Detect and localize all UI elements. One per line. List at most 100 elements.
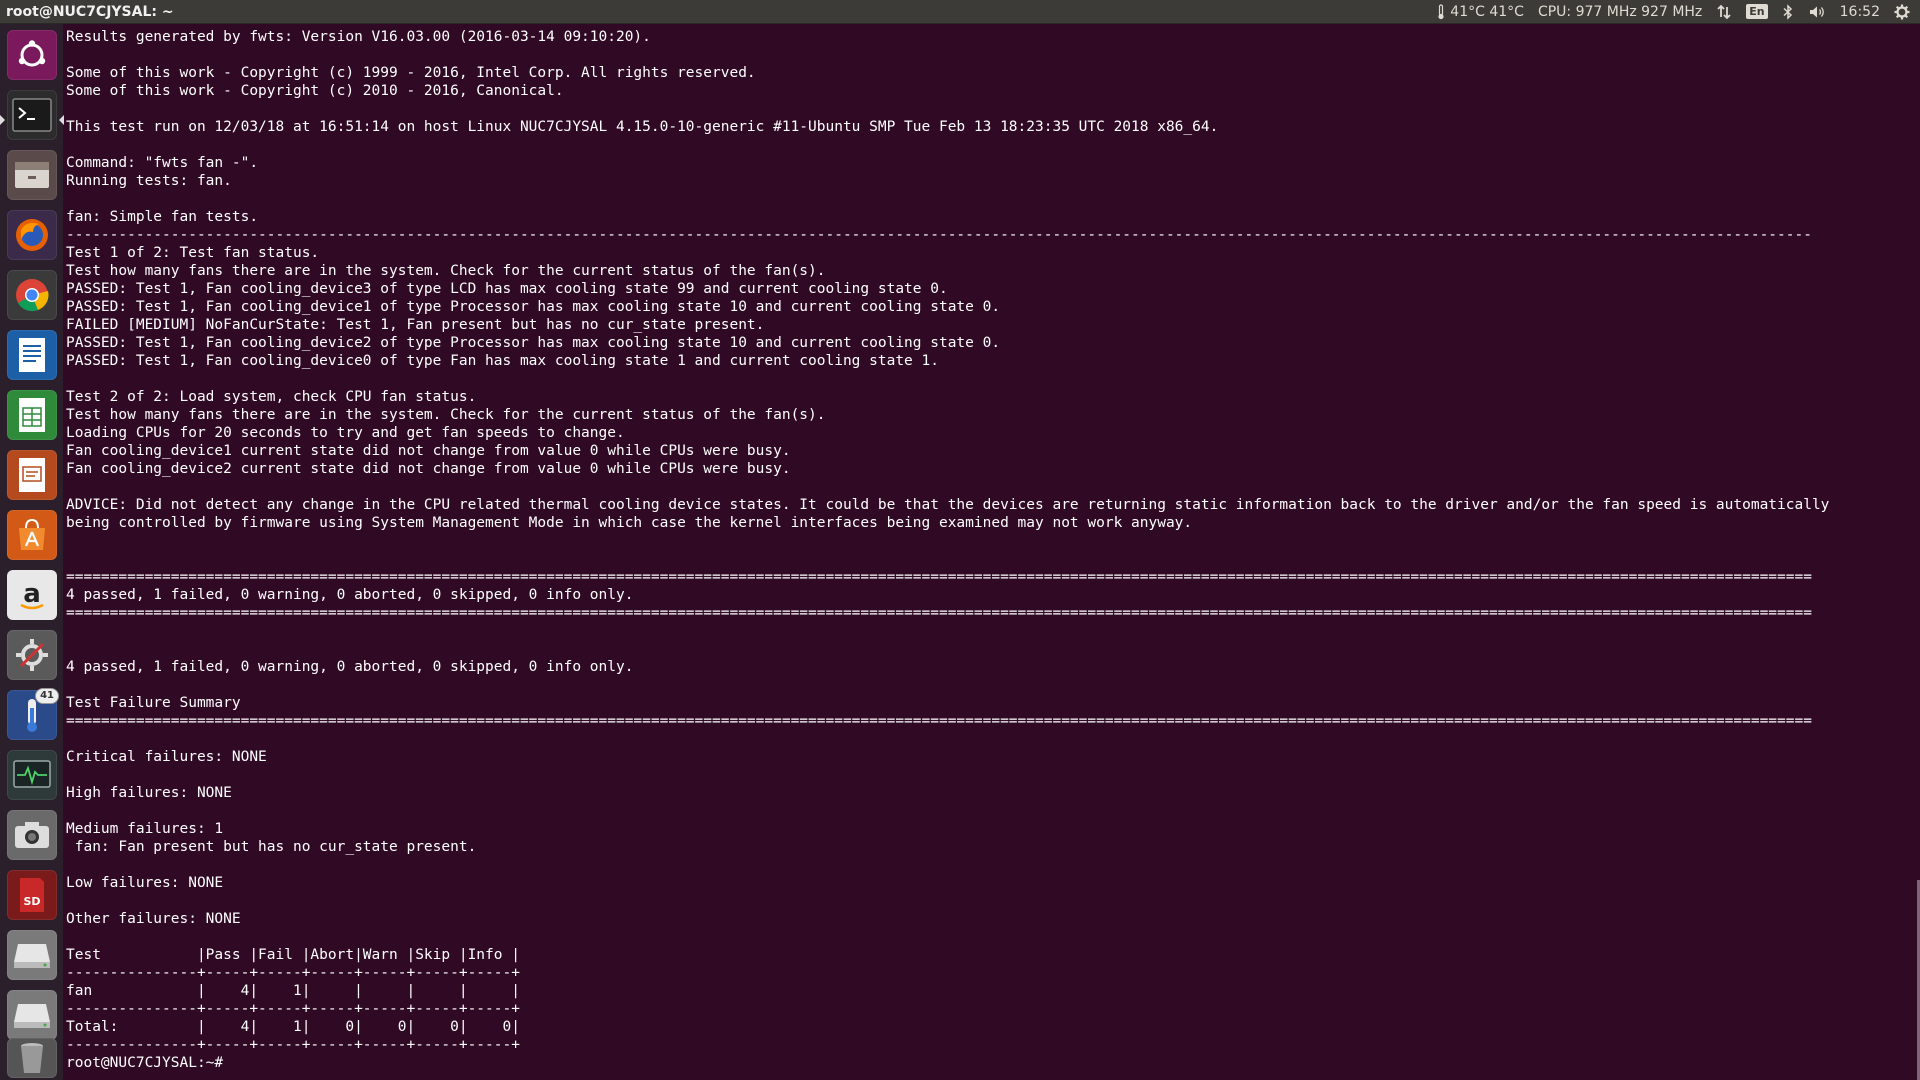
terminal-line: ----------------------------------------… bbox=[66, 227, 1812, 243]
terminal-line: ---------------+-----+-----+-----+-----+… bbox=[66, 1037, 520, 1053]
terminal-output[interactable]: Results generated by fwts: Version V16.0… bbox=[66, 24, 1916, 1080]
terminal-line: fan: Fan present but has no cur_state pr… bbox=[66, 839, 477, 855]
top-panel: root@NUC7CJYSAL: ~ 41°C 41°C CPU: 977 MH… bbox=[0, 0, 1920, 24]
terminal-line: ADVICE: Did not detect any change in the… bbox=[66, 497, 1830, 513]
terminal-line: Command: "fwts fan -". bbox=[66, 155, 259, 171]
firefox-icon bbox=[16, 219, 48, 251]
terminal-line: PASSED: Test 1, Fan cooling_device2 of t… bbox=[66, 335, 1001, 351]
terminal-line: High failures: NONE bbox=[66, 785, 232, 801]
launcher-item-drive[interactable] bbox=[7, 930, 57, 980]
temperature-indicator[interactable]: 41°C 41°C bbox=[1436, 4, 1524, 20]
camera-icon bbox=[15, 822, 49, 848]
trash-icon bbox=[21, 1043, 43, 1073]
network-arrows-icon bbox=[1717, 4, 1731, 19]
indicator-area: 41°C 41°C CPU: 977 MHz 927 MHz En 16:52 bbox=[1436, 4, 1920, 20]
launcher-item-terminal[interactable] bbox=[7, 90, 57, 140]
terminal-line: Test how many fans there are in the syst… bbox=[66, 263, 826, 279]
terminal-line: fan: Simple fan tests. bbox=[66, 209, 259, 225]
thermometer-icon bbox=[1438, 3, 1444, 19]
terminal-text: Results generated by fwts: Version V16.0… bbox=[66, 24, 1916, 1072]
svg-text:SD: SD bbox=[23, 895, 40, 908]
keyboard-layout-text: En bbox=[1746, 4, 1768, 19]
launcher-item-camera[interactable] bbox=[7, 810, 57, 860]
terminal-line: PASSED: Test 1, Fan cooling_device0 of t… bbox=[66, 353, 939, 369]
session-indicator[interactable] bbox=[1894, 4, 1910, 20]
network-indicator[interactable] bbox=[1716, 4, 1732, 20]
terminal-line: Fan cooling_device2 current state did no… bbox=[66, 461, 791, 477]
terminal-line: being controlled by firmware using Syste… bbox=[66, 515, 1193, 531]
svg-text:a: a bbox=[23, 579, 41, 609]
drive-icon-2 bbox=[14, 1004, 50, 1028]
terminal-line: 4 passed, 1 failed, 0 warning, 0 aborted… bbox=[66, 587, 634, 603]
launcher-item-firefox[interactable] bbox=[7, 210, 57, 260]
active-indicator-right bbox=[59, 115, 64, 125]
window-title: root@NUC7CJYSAL: ~ bbox=[6, 3, 174, 20]
terminal-line: ========================================… bbox=[66, 605, 1812, 621]
terminal-line: Loading CPUs for 20 seconds to try and g… bbox=[66, 425, 625, 441]
terminal-line: Medium failures: 1 bbox=[66, 821, 224, 837]
launcher-item-sensor[interactable]: 41 bbox=[7, 688, 59, 740]
impress-icon bbox=[19, 458, 45, 492]
cpu-frequency-text: CPU: 977 MHz 927 MHz bbox=[1537, 3, 1703, 20]
terminal-line: 4 passed, 1 failed, 0 warning, 0 aborted… bbox=[66, 659, 634, 675]
terminal-line: Test 1 of 2: Test fan status. bbox=[66, 245, 320, 261]
writer-icon bbox=[19, 338, 45, 372]
terminal-line: Results generated by fwts: Version V16.0… bbox=[66, 29, 651, 45]
speaker-icon bbox=[1809, 6, 1824, 17]
amazon-icon: a bbox=[20, 579, 44, 610]
system-monitor-icon bbox=[13, 760, 51, 788]
launcher-item-impress[interactable] bbox=[7, 450, 57, 500]
terminal-icon bbox=[12, 98, 52, 132]
launcher-item-dash[interactable] bbox=[7, 30, 57, 80]
bluetooth-icon bbox=[1783, 3, 1792, 20]
launcher: a 41 SD bbox=[0, 24, 64, 1080]
launcher-item-software-center[interactable] bbox=[7, 510, 57, 560]
clock-text: 16:52 bbox=[1839, 3, 1880, 20]
calc-icon bbox=[19, 398, 45, 432]
terminal-line: Fan cooling_device1 current state did no… bbox=[66, 443, 791, 459]
terminal-line: This test run on 12/03/18 at 16:51:14 on… bbox=[66, 119, 1219, 135]
terminal-line: ========================================… bbox=[66, 569, 1812, 585]
launcher-item-amazon[interactable]: a bbox=[7, 570, 57, 620]
launcher-item-system-settings[interactable] bbox=[7, 630, 57, 680]
ubuntu-dash-icon bbox=[18, 40, 46, 67]
terminal-line: Test Failure Summary bbox=[66, 695, 241, 711]
cpu-frequency-indicator[interactable]: CPU: 977 MHz 927 MHz bbox=[1538, 4, 1702, 20]
terminal-line: ---------------+-----+-----+-----+-----+… bbox=[66, 965, 520, 981]
files-icon bbox=[15, 162, 49, 188]
gear-icon bbox=[1894, 4, 1910, 19]
terminal-line: Test 2 of 2: Load system, check CPU fan … bbox=[66, 389, 477, 405]
keyboard-layout-indicator[interactable]: En bbox=[1746, 4, 1768, 19]
launcher-item-system-monitor[interactable] bbox=[7, 750, 57, 800]
sound-indicator[interactable] bbox=[1808, 4, 1826, 20]
drive-icon bbox=[14, 944, 50, 968]
clock-indicator[interactable]: 16:52 bbox=[1840, 4, 1880, 20]
active-indicator-left bbox=[0, 115, 5, 125]
terminal-line: Low failures: NONE bbox=[66, 875, 224, 891]
launcher-badge-count: 41 bbox=[35, 688, 59, 704]
launcher-item-trash[interactable] bbox=[7, 1038, 57, 1078]
terminal-line: Critical failures: NONE bbox=[66, 749, 267, 765]
temperature-text: 41°C 41°C bbox=[1450, 3, 1524, 20]
launcher-item-sd-card[interactable]: SD bbox=[7, 870, 57, 920]
terminal-line: Running tests: fan. bbox=[66, 173, 232, 189]
terminal-line: fan | 4| 1| | | | | bbox=[66, 983, 520, 999]
launcher-item-drive-2[interactable] bbox=[7, 990, 57, 1040]
launcher-item-calc[interactable] bbox=[7, 390, 57, 440]
terminal-line: Total: | 4| 1| 0| 0| 0| 0| bbox=[66, 1019, 520, 1035]
launcher-item-chrome[interactable] bbox=[7, 270, 57, 320]
terminal-line: ---------------+-----+-----+-----+-----+… bbox=[66, 1001, 520, 1017]
terminal-line: Test how many fans there are in the syst… bbox=[66, 407, 826, 423]
chrome-icon bbox=[16, 279, 49, 312]
system-settings-icon bbox=[16, 639, 48, 671]
terminal-line: Other failures: NONE bbox=[66, 911, 241, 927]
launcher-item-writer[interactable] bbox=[7, 330, 57, 380]
launcher-item-files[interactable] bbox=[7, 150, 57, 200]
terminal-line: PASSED: Test 1, Fan cooling_device3 of t… bbox=[66, 281, 948, 297]
terminal-line: Some of this work - Copyright (c) 1999 -… bbox=[66, 65, 756, 81]
terminal-line: Some of this work - Copyright (c) 2010 -… bbox=[66, 83, 564, 99]
terminal-line: FAILED [MEDIUM] NoFanCurState: Test 1, F… bbox=[66, 317, 765, 333]
bluetooth-indicator[interactable] bbox=[1782, 3, 1794, 20]
sd-card-icon: SD bbox=[20, 878, 44, 912]
terminal-line: Test |Pass |Fail |Abort|Warn |Skip |Info… bbox=[66, 947, 520, 963]
